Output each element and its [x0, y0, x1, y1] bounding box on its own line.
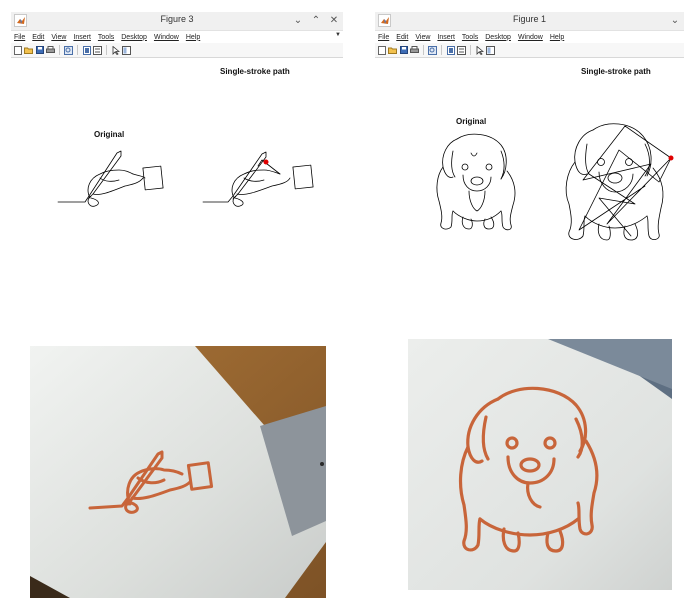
menu-desktop[interactable]: Desktop: [485, 34, 511, 41]
menu-window[interactable]: Window: [518, 34, 543, 41]
single-stroke-hand-path: [202, 151, 314, 207]
chevron-down-icon[interactable]: ⌄: [293, 13, 303, 28]
menu-edit[interactable]: Edit: [32, 34, 44, 41]
menu-help[interactable]: Help: [550, 34, 564, 41]
figure-window-3: Figure 3 ⌄ ⌃ ✕ File Edit View Insert Too…: [11, 12, 343, 272]
original-hand-drawing: [57, 150, 164, 207]
original-title: Original: [94, 130, 125, 139]
menu-tools[interactable]: Tools: [462, 34, 478, 41]
figure-toolbar: [11, 43, 343, 58]
colorbar-icon[interactable]: [457, 45, 466, 55]
print-icon[interactable]: [46, 46, 55, 55]
path-start-marker: [263, 159, 269, 165]
open-file-icon[interactable]: [388, 46, 397, 55]
window-title: Figure 1: [512, 14, 547, 24]
pointer-icon[interactable]: [111, 45, 120, 55]
figure-canvas: Single-stroke path Original: [375, 58, 684, 273]
close-icon[interactable]: ✕: [329, 13, 339, 28]
single-stroke-title: Single-stroke path: [581, 67, 651, 76]
zoom-icon[interactable]: [428, 45, 437, 55]
menu-insert[interactable]: Insert: [437, 34, 455, 41]
menu-insert[interactable]: Insert: [73, 34, 91, 41]
photo-puppy-drawing: [408, 339, 672, 590]
toolbar-separator: [470, 45, 471, 55]
single-stroke-puppy-path: [565, 123, 674, 241]
menu-help[interactable]: Help: [186, 34, 200, 41]
zoom-icon[interactable]: [64, 45, 73, 55]
original-puppy-drawing: [436, 133, 516, 231]
path-start-marker: [668, 155, 674, 161]
figure-window-1: Figure 1 ⌄ File Edit View Insert Tools D…: [375, 12, 684, 272]
menu-file[interactable]: File: [378, 34, 389, 41]
toolbar-separator: [423, 45, 424, 55]
legend-icon[interactable]: [122, 45, 131, 55]
toolbar-separator: [441, 45, 442, 55]
menu-view[interactable]: View: [415, 34, 430, 41]
new-figure-icon[interactable]: [13, 45, 22, 55]
menu-desktop[interactable]: Desktop: [121, 34, 147, 41]
open-file-icon[interactable]: [24, 46, 33, 55]
original-title: Original: [456, 117, 487, 126]
window-titlebar: Figure 3 ⌄ ⌃ ✕: [11, 12, 343, 31]
data-tip-icon[interactable]: [82, 45, 91, 55]
colorbar-icon[interactable]: [93, 45, 102, 55]
menu-tools[interactable]: Tools: [98, 34, 114, 41]
toolbar-separator: [106, 45, 107, 55]
save-icon[interactable]: [35, 46, 44, 55]
save-icon[interactable]: [399, 46, 408, 55]
new-figure-icon[interactable]: [377, 45, 386, 55]
menu-overflow-icon[interactable]: ▼: [335, 32, 341, 38]
legend-icon[interactable]: [486, 45, 495, 55]
window-titlebar: Figure 1 ⌄: [375, 12, 684, 31]
toolbar-separator: [59, 45, 60, 55]
menu-file[interactable]: File: [14, 34, 25, 41]
toolbar-separator: [77, 45, 78, 55]
chevron-up-icon[interactable]: ⌃: [311, 13, 321, 28]
photo-hand-drawing: [30, 346, 326, 598]
figure-canvas: Single-stroke path Original: [11, 58, 343, 273]
data-tip-icon[interactable]: [446, 45, 455, 55]
menu-bar: File Edit View Insert Tools Desktop Wind…: [375, 31, 684, 43]
menu-edit[interactable]: Edit: [396, 34, 408, 41]
single-stroke-title: Single-stroke path: [220, 67, 290, 76]
chevron-down-icon[interactable]: ⌄: [670, 13, 680, 28]
menu-window[interactable]: Window: [154, 34, 179, 41]
figure-toolbar: [375, 43, 684, 58]
menu-view[interactable]: View: [51, 34, 66, 41]
pointer-icon[interactable]: [475, 45, 484, 55]
menu-bar: File Edit View Insert Tools Desktop Wind…: [11, 31, 343, 43]
print-icon[interactable]: [410, 46, 419, 55]
